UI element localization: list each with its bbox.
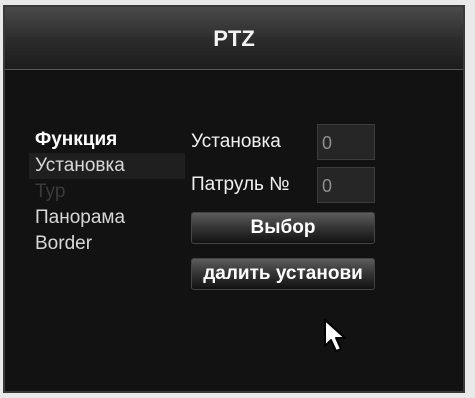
delete-preset-button[interactable]: далить установи [191,258,375,290]
preset-label: Установка [191,131,281,152]
ptz-window: PTZ Функция Установка Тур Панорама Borde… [3,5,465,393]
preset-input[interactable]: 0 [317,124,375,160]
title-bar: PTZ [5,7,463,70]
window-title: PTZ [213,26,255,51]
menu-item-border[interactable]: Border [29,231,185,257]
mouse-pointer-icon [323,318,349,354]
patrol-input[interactable]: 0 [317,167,375,203]
menu-item-preset[interactable]: Установка [29,153,185,179]
menu-item-panorama[interactable]: Панорама [29,205,185,231]
menu-item-function[interactable]: Функция [29,127,185,153]
ptz-menu: Функция Установка Тур Панорама Border [29,127,185,257]
patrol-label: Патруль № [191,174,290,195]
select-button[interactable]: Выбор [191,212,375,244]
menu-item-tour[interactable]: Тур [29,179,185,205]
